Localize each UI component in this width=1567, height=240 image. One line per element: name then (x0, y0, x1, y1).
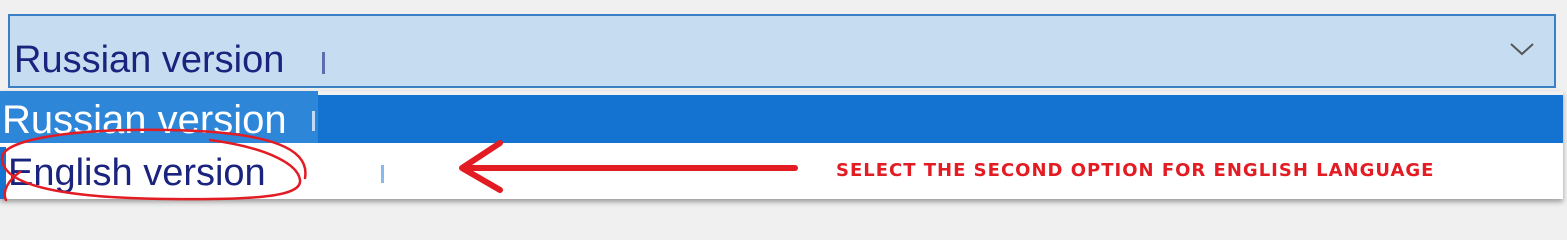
text-caret-mark (312, 111, 315, 131)
chevron-down-icon[interactable] (1508, 38, 1536, 60)
text-caret (322, 52, 325, 74)
text-caret-mark (381, 165, 384, 183)
annotation-instruction-text: SELECT THE SECOND OPTION FOR ENGLISH LAN… (836, 160, 1435, 181)
language-select[interactable]: Russian version (8, 14, 1556, 88)
select-current-value: Russian version (14, 39, 285, 81)
option-english-version[interactable]: English version (8, 147, 266, 199)
option-russian-version[interactable]: Russian version (2, 95, 287, 145)
dropdown-list: Russian version English version (0, 91, 1563, 199)
